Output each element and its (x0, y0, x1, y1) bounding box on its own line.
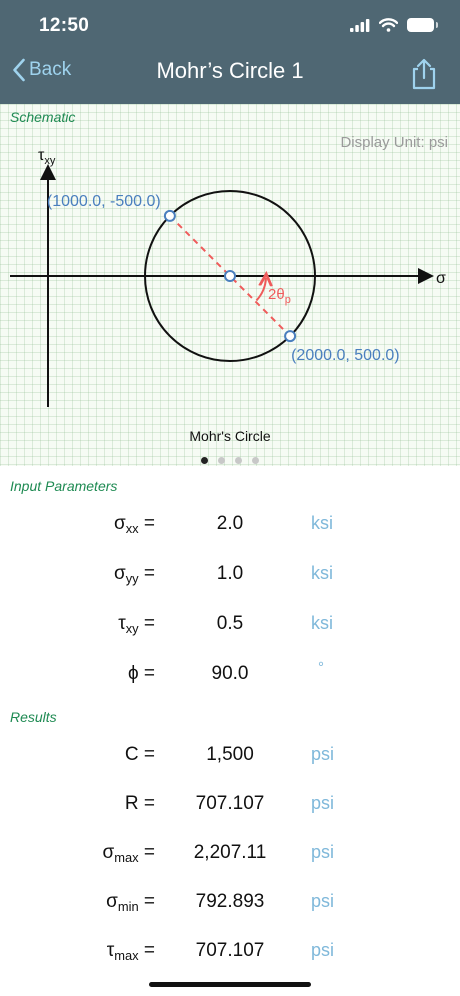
result-unit[interactable]: psi (311, 842, 334, 863)
page-dot[interactable] (201, 457, 208, 464)
result-symbol: σmin = (106, 891, 155, 915)
page-indicator[interactable] (0, 457, 460, 464)
input-value[interactable]: 1.0 (170, 563, 290, 585)
center-point (224, 270, 236, 282)
share-icon[interactable] (410, 58, 438, 90)
status-time: 12:50 (39, 15, 90, 36)
result-value[interactable]: 792.893 (170, 891, 290, 913)
result-row[interactable]: C = 1,500 psi (0, 740, 460, 772)
result-symbol: τmax = (106, 940, 155, 964)
result-unit[interactable]: psi (311, 793, 334, 814)
chart-title: Mohr's Circle (189, 428, 271, 444)
page-dot[interactable] (235, 457, 242, 464)
mohr-circle-chart: σ τxy 2θp (1000.0, -500.0) (2000.0, 500.… (10, 147, 446, 407)
input-symbol: σyy = (113, 563, 155, 587)
stress-point-1-label: (1000.0, -500.0) (47, 193, 161, 210)
status-icons (350, 15, 438, 35)
result-unit[interactable]: psi (311, 744, 334, 765)
stress-point-2 (284, 330, 297, 343)
nav-header: 12:50 Back Mohr’s Circle 1 (0, 0, 460, 104)
tau-axis-label: τxy (38, 147, 56, 167)
angle-label: 2θp (268, 286, 291, 306)
stress-point-2-label: (2000.0, 500.0) (291, 347, 400, 364)
input-value[interactable]: 2.0 (170, 513, 290, 535)
page-title: Mohr’s Circle 1 (156, 58, 304, 83)
result-value[interactable]: 707.107 (170, 793, 290, 815)
result-row[interactable]: σmax = 2,207.11 psi (0, 838, 460, 870)
battery-icon (407, 18, 438, 32)
input-row[interactable]: τxy = 0.5 ksi (0, 609, 460, 641)
result-value[interactable]: 707.107 (170, 940, 290, 962)
input-symbol: ϕ = (127, 663, 155, 684)
page-dot[interactable] (218, 457, 225, 464)
stress-point-1 (163, 209, 176, 222)
result-unit[interactable]: psi (311, 940, 334, 961)
input-unit[interactable]: ksi (311, 613, 333, 634)
input-row[interactable]: ϕ = 90.0 ° (0, 659, 460, 691)
result-unit[interactable]: psi (311, 891, 334, 912)
angle-arc (255, 278, 266, 302)
result-symbol: C = (124, 744, 155, 765)
input-symbol: σxx = (113, 513, 155, 537)
input-row[interactable]: σyy = 1.0 ksi (0, 559, 460, 591)
wifi-icon (379, 18, 398, 32)
input-unit[interactable]: ksi (311, 513, 333, 534)
result-value[interactable]: 1,500 (170, 744, 290, 766)
result-symbol: σmax = (102, 842, 156, 866)
page-dot[interactable] (252, 457, 259, 464)
sigma-axis-label: σ (436, 270, 446, 287)
result-value[interactable]: 2,207.11 (170, 842, 290, 864)
input-unit[interactable]: ksi (311, 563, 333, 584)
home-indicator (149, 982, 311, 987)
result-row[interactable]: R = 707.107 psi (0, 789, 460, 821)
input-symbol: τxy = (118, 613, 155, 637)
input-unit[interactable]: ° (318, 659, 324, 676)
result-symbol: R = (124, 793, 155, 814)
result-row[interactable]: σmin = 792.893 psi (0, 887, 460, 919)
input-value[interactable]: 0.5 (170, 613, 290, 635)
signal-icon (350, 18, 370, 32)
input-value[interactable]: 90.0 (170, 663, 290, 685)
input-parameters-heading: Input Parameters (10, 478, 118, 494)
result-row[interactable]: τmax = 707.107 psi (0, 936, 460, 968)
schematic-panel[interactable]: Schematic Display Unit: psi σ τxy 2θp (1… (0, 104, 460, 466)
input-row[interactable]: σxx = 2.0 ksi (0, 509, 460, 541)
results-heading: Results (10, 709, 57, 725)
